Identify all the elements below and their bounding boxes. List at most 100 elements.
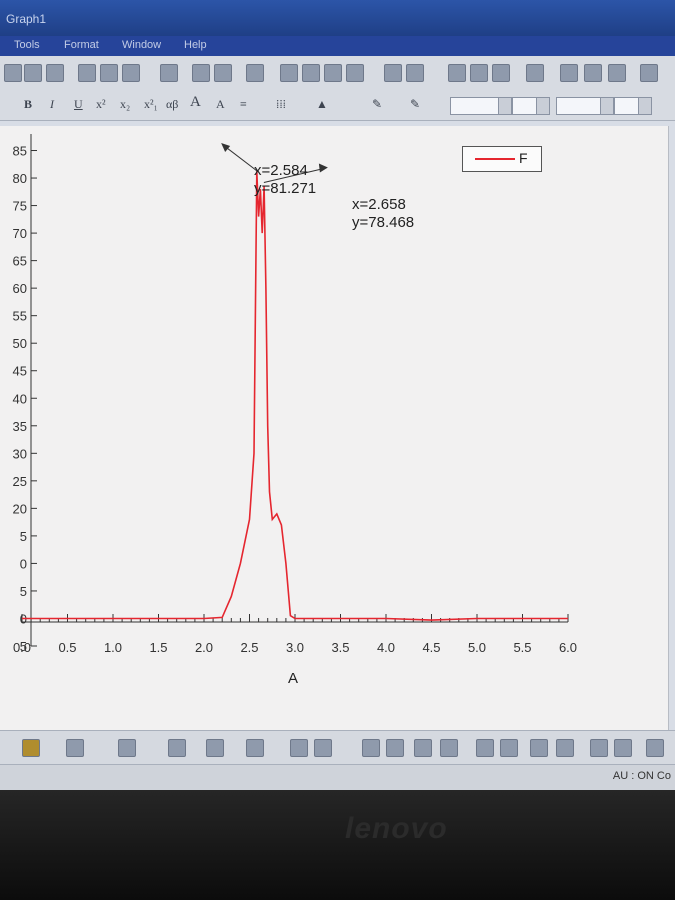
subscript-icon[interactable]: x₂	[120, 97, 130, 112]
menu-window[interactable]: Window	[122, 39, 161, 51]
x-tick-label: 2.0	[195, 640, 213, 655]
whole-page-icon[interactable]	[492, 64, 510, 82]
bottom-toolbar	[0, 730, 675, 765]
rotate-icon[interactable]	[476, 739, 494, 757]
x-tick-label: 2.5	[240, 640, 258, 655]
annotation-peak-2-y: y=78.468	[352, 214, 415, 231]
y-tick-label: 35	[13, 419, 27, 434]
x-axis-title: A	[288, 670, 299, 687]
bold-icon[interactable]: B	[24, 97, 32, 112]
object-manager-icon[interactable]	[22, 739, 40, 757]
x-axis: 0.0 0.5 1.0 1.5 2.0 2.5 3.0 3.5 4.0 4.5 5.0 5.5 6.0	[13, 614, 577, 655]
save-icon[interactable]	[24, 64, 42, 82]
distribute-icon[interactable]	[362, 739, 380, 757]
unlock-icon[interactable]	[556, 739, 574, 757]
color-icon[interactable]	[406, 64, 424, 82]
duplicate-icon[interactable]	[214, 64, 232, 82]
line-color-icon[interactable]: ✎	[410, 97, 420, 112]
same-height-icon[interactable]	[414, 739, 432, 757]
legend-swatch	[475, 158, 515, 160]
zoom-in-icon[interactable]	[448, 64, 466, 82]
annotation-peak-1[interactable]: x=2.584 y=81.271	[254, 162, 316, 198]
zoom-out-icon[interactable]	[470, 64, 488, 82]
graph-page[interactable]: 5 0 5 0 5 20 25 30 35 40 45 50 55 60 65 70 75 80 85 0.0 0.5…	[0, 126, 669, 730]
arrange-layers-icon[interactable]	[584, 64, 602, 82]
y-tick-label: 65	[13, 254, 27, 269]
lock-icon[interactable]	[530, 739, 548, 757]
y-tick-label: 85	[13, 144, 27, 159]
layout-icon[interactable]	[118, 739, 136, 757]
superscript-icon[interactable]: x²	[96, 97, 106, 112]
symbol-shape-icon[interactable]: ▲	[316, 97, 328, 112]
script-window-icon[interactable]	[346, 64, 364, 82]
x-tick-label: 3.0	[286, 640, 304, 655]
move-icon[interactable]	[168, 739, 186, 757]
flip-icon[interactable]	[500, 739, 518, 757]
import-multiple-icon[interactable]	[100, 64, 118, 82]
refresh-icon[interactable]	[192, 64, 210, 82]
sub-superscript-icon[interactable]: x²₁	[144, 97, 158, 112]
y-tick-label: 45	[13, 364, 27, 379]
open-icon[interactable]	[4, 64, 22, 82]
y-tick-label: 5	[20, 529, 27, 544]
brand-logo: lenovo	[345, 812, 448, 845]
options-icon[interactable]	[646, 739, 664, 757]
y-tick-label: 50	[13, 336, 27, 351]
series-group	[22, 171, 568, 621]
back-icon[interactable]	[314, 739, 332, 757]
group-icon[interactable]	[246, 739, 264, 757]
x-tick-label: 1.0	[104, 640, 122, 655]
code-builder-icon[interactable]	[324, 64, 342, 82]
link-icon[interactable]	[590, 739, 608, 757]
menu-tools[interactable]: Tools	[14, 39, 40, 51]
greek-icon[interactable]: αβ	[166, 97, 178, 112]
fill-style-select[interactable]	[556, 97, 614, 115]
add-layer-icon[interactable]	[560, 64, 578, 82]
annotation-peak-2-x: x=2.658	[352, 196, 406, 213]
unlink-icon[interactable]	[614, 739, 632, 757]
same-width-icon[interactable]	[386, 739, 404, 757]
project-explorer-icon[interactable]	[246, 64, 264, 82]
menu-bar: Tools Format Window Help	[0, 36, 675, 56]
line-width-select[interactable]	[512, 97, 550, 115]
y-tick-label: 75	[13, 199, 27, 214]
underline-icon[interactable]: U	[74, 97, 83, 112]
align-objects-icon[interactable]	[206, 739, 224, 757]
extract-layers-icon[interactable]	[640, 64, 658, 82]
line-style-select[interactable]	[450, 97, 512, 115]
fill-color-icon[interactable]: ✎	[372, 97, 382, 112]
italic-icon[interactable]: I	[50, 97, 54, 112]
y-tick-label: 5	[20, 584, 27, 599]
save-template-icon[interactable]	[46, 64, 64, 82]
front-icon[interactable]	[290, 739, 308, 757]
y-tick-label: 55	[13, 309, 27, 324]
results-log-icon[interactable]	[280, 64, 298, 82]
merge-graphs-icon[interactable]	[608, 64, 626, 82]
style-icon[interactable]	[66, 739, 84, 757]
layer-icon[interactable]	[384, 64, 402, 82]
menu-help[interactable]: Help	[184, 39, 207, 51]
annotation-peak-2[interactable]: x=2.658 y=78.468	[352, 196, 414, 232]
import-wizard-icon[interactable]	[122, 64, 140, 82]
menu-format[interactable]: Format	[64, 39, 99, 51]
line-chart: 505052025303540455055606570758085 0.0 0.5…	[13, 134, 577, 655]
decrease-font-icon[interactable]: A	[216, 97, 225, 112]
annotation-peak-1-x: x=2.584	[254, 162, 308, 179]
print-icon[interactable]	[160, 64, 178, 82]
same-size-icon[interactable]	[440, 739, 458, 757]
command-window-icon[interactable]	[302, 64, 320, 82]
align-icon[interactable]: ≡	[240, 97, 247, 112]
y-tick-label: 70	[13, 226, 27, 241]
x-tick-label: 1.5	[149, 640, 167, 655]
x-tick-label: 0.0	[13, 640, 31, 655]
legend[interactable]: F	[462, 146, 542, 172]
series-line-f	[22, 171, 568, 621]
annotation-arrowhead-2	[318, 163, 328, 173]
annotation-peak-1-y: y=81.271	[254, 180, 317, 197]
font-size-select[interactable]	[614, 97, 652, 115]
increase-font-icon[interactable]: A	[190, 94, 201, 111]
rescale-icon[interactable]	[526, 64, 544, 82]
annotation-arrowhead-1	[221, 143, 231, 153]
import-icon[interactable]	[78, 64, 96, 82]
pattern-icon[interactable]: ⁞⁞⁞	[276, 97, 286, 112]
